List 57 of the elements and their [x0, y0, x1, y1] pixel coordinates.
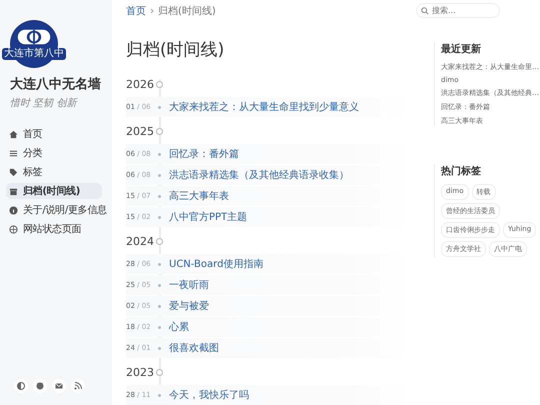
home-icon	[9, 130, 18, 138]
timeline-dot-icon	[158, 194, 161, 198]
breadcrumb-current: 归档(时间线)	[158, 4, 216, 18]
timeline-dot-icon	[158, 304, 161, 308]
logo-text: 大连市第八中	[2, 48, 66, 60]
timeline-dot-icon	[158, 284, 161, 286]
timeline-dot-icon	[158, 326, 161, 328]
nav-item[interactable]: 归档(时间线)	[6, 183, 102, 199]
year-heading: 2024	[126, 234, 154, 248]
timeline-node-icon	[156, 238, 163, 244]
nav-item[interactable]: 网站状态页面	[6, 221, 102, 237]
contrast-icon[interactable]	[14, 379, 28, 393]
timeline-dot-icon	[158, 394, 161, 396]
post-title-link[interactable]: 一夜听雨	[169, 278, 209, 292]
year-heading: 2025	[126, 124, 154, 138]
post-title-link[interactable]: 洪志语录精选集（及其他经典语录收集）	[169, 168, 349, 182]
post-title-link[interactable]: 回忆录：番外篇	[169, 147, 239, 161]
breadcrumb-separator-icon	[150, 8, 154, 14]
timeline-dot-icon	[158, 346, 161, 350]
rss-icon[interactable]	[71, 379, 85, 393]
page-title: 归档(时间线)	[126, 39, 226, 61]
post-title-link[interactable]: 爱与被爱	[169, 299, 209, 313]
logo-emblem-icon	[16, 28, 52, 46]
mail-icon[interactable]	[52, 379, 66, 393]
post-title-link[interactable]: 八中官方PPT主题	[169, 210, 248, 224]
site-title[interactable]: 大连八中无名墙	[10, 76, 101, 93]
nav-item[interactable]: 分类	[6, 145, 102, 161]
timeline-node-icon	[156, 128, 163, 134]
timeline-dot-icon	[158, 216, 161, 218]
timeline-node-icon	[156, 80, 163, 88]
post-title-link[interactable]: 很喜欢截图	[169, 341, 219, 355]
timeline-dot-icon	[158, 106, 161, 108]
post-title-link[interactable]: 今天，我快乐了吗	[169, 388, 249, 402]
breadcrumb-link[interactable]: 首页	[126, 4, 146, 18]
timeline-dot-icon	[158, 152, 161, 156]
search-icon	[421, 7, 429, 15]
timeline-dot-icon	[158, 174, 161, 176]
nav-item[interactable]: 首页	[6, 126, 102, 142]
year-heading: 2023	[126, 366, 154, 378]
post-title-link[interactable]: 大家来找茬之：从大量生命里找到少量意义	[169, 100, 359, 114]
tag-icon	[9, 168, 18, 176]
site-subtitle: 惜时 坚韧 创新	[10, 96, 78, 110]
nav-item[interactable]: 关于/说明/更多信息	[6, 202, 110, 218]
timeline-node-icon	[156, 368, 163, 376]
nav-item[interactable]: 标签	[6, 164, 102, 180]
search-field[interactable]: 搜索...	[416, 3, 500, 18]
year-heading: 2026	[126, 78, 154, 90]
archive-box-icon	[9, 186, 18, 196]
timeline-dot-icon	[158, 262, 161, 266]
widget-heading: 热门标签	[441, 164, 482, 178]
info-icon	[9, 206, 18, 214]
post-title-link[interactable]: UCN-Board使用指南	[169, 257, 264, 271]
globe-icon	[9, 224, 18, 234]
post-title-link[interactable]: 心累	[169, 320, 189, 334]
list-icon	[9, 148, 18, 158]
post-title-link[interactable]: 高三大事年表	[169, 189, 229, 203]
widget-heading: 最近更新	[441, 42, 482, 56]
